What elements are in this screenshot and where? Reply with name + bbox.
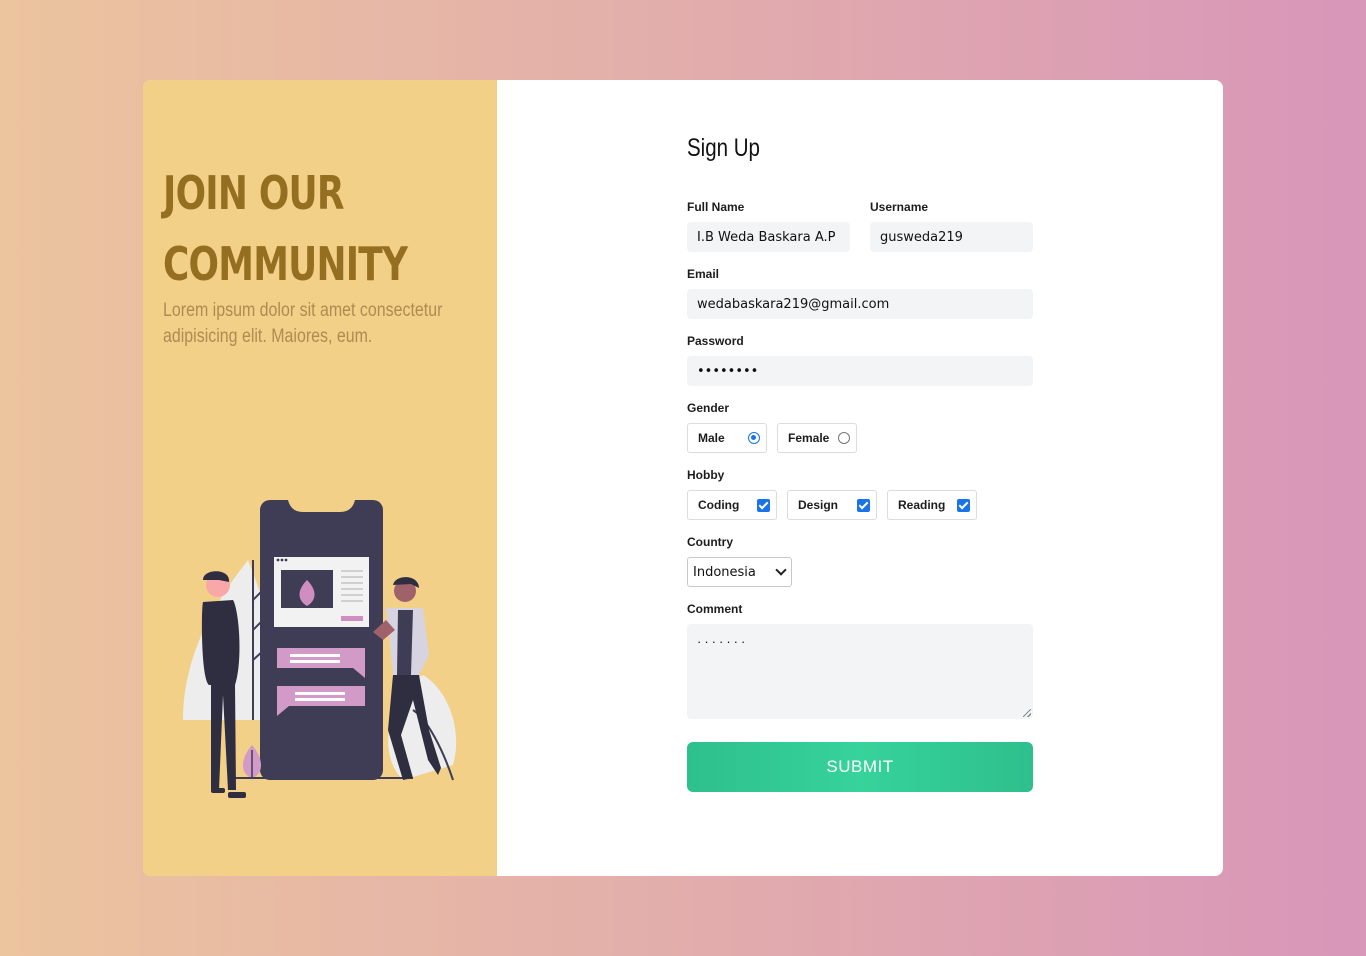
hobby-label: Hobby	[687, 468, 725, 482]
hobby-reading-label: Reading	[898, 498, 946, 512]
signup-card: JOIN OUR COMMUNITY Lorem ipsum dolor sit …	[143, 80, 1223, 876]
gender-female-radio[interactable]	[838, 432, 850, 444]
community-illustration	[183, 500, 457, 798]
promo-subtitle: Lorem ipsum dolor sit amet consectetur a…	[163, 300, 443, 347]
country-select[interactable]: Indonesia	[687, 557, 792, 587]
password-label: Password	[687, 334, 744, 348]
chevron-down-icon	[775, 564, 787, 576]
promo-headline: JOIN OUR COMMUNITY	[163, 158, 408, 300]
username-input[interactable]	[870, 222, 1033, 252]
submit-button[interactable]: SUBMIT	[687, 742, 1033, 792]
country-selected-value: Indonesia	[693, 564, 756, 580]
hobby-option-design[interactable]: Design	[787, 490, 877, 520]
gender-label: Gender	[687, 401, 730, 415]
hobby-design-label: Design	[798, 498, 839, 512]
email-label: Email	[687, 267, 720, 281]
full-name-label: Full Name	[687, 200, 745, 214]
gender-option-female[interactable]: Female	[777, 423, 857, 453]
comment-label: Comment	[687, 602, 743, 616]
hobby-coding-checkbox[interactable]	[757, 498, 770, 512]
gender-male-label: Male	[698, 431, 725, 445]
email-input[interactable]	[687, 289, 1033, 319]
gender-option-male[interactable]: Male	[687, 423, 767, 453]
resize-handle-icon[interactable]	[1023, 709, 1031, 717]
hobby-coding-label: Coding	[698, 498, 740, 512]
headline-line-1: JOIN OUR	[163, 166, 345, 220]
hobby-option-reading[interactable]: Reading	[887, 490, 977, 520]
comment-value: ·······	[697, 634, 749, 649]
form-title: Sign Up	[687, 134, 760, 162]
comment-textarea[interactable]: ·······	[687, 624, 1033, 719]
hobby-reading-checkbox[interactable]	[957, 498, 970, 512]
headline-line-2: COMMUNITY	[163, 237, 408, 291]
full-name-input[interactable]	[687, 222, 850, 252]
password-input[interactable]	[687, 356, 1033, 386]
username-label: Username	[870, 200, 929, 214]
hobby-design-checkbox[interactable]	[857, 498, 870, 512]
hobby-option-coding[interactable]: Coding	[687, 490, 777, 520]
gender-female-label: Female	[788, 431, 830, 445]
gender-male-radio[interactable]	[748, 432, 760, 444]
promo-panel: JOIN OUR COMMUNITY Lorem ipsum dolor sit …	[143, 80, 497, 876]
country-label: Country	[687, 535, 733, 549]
